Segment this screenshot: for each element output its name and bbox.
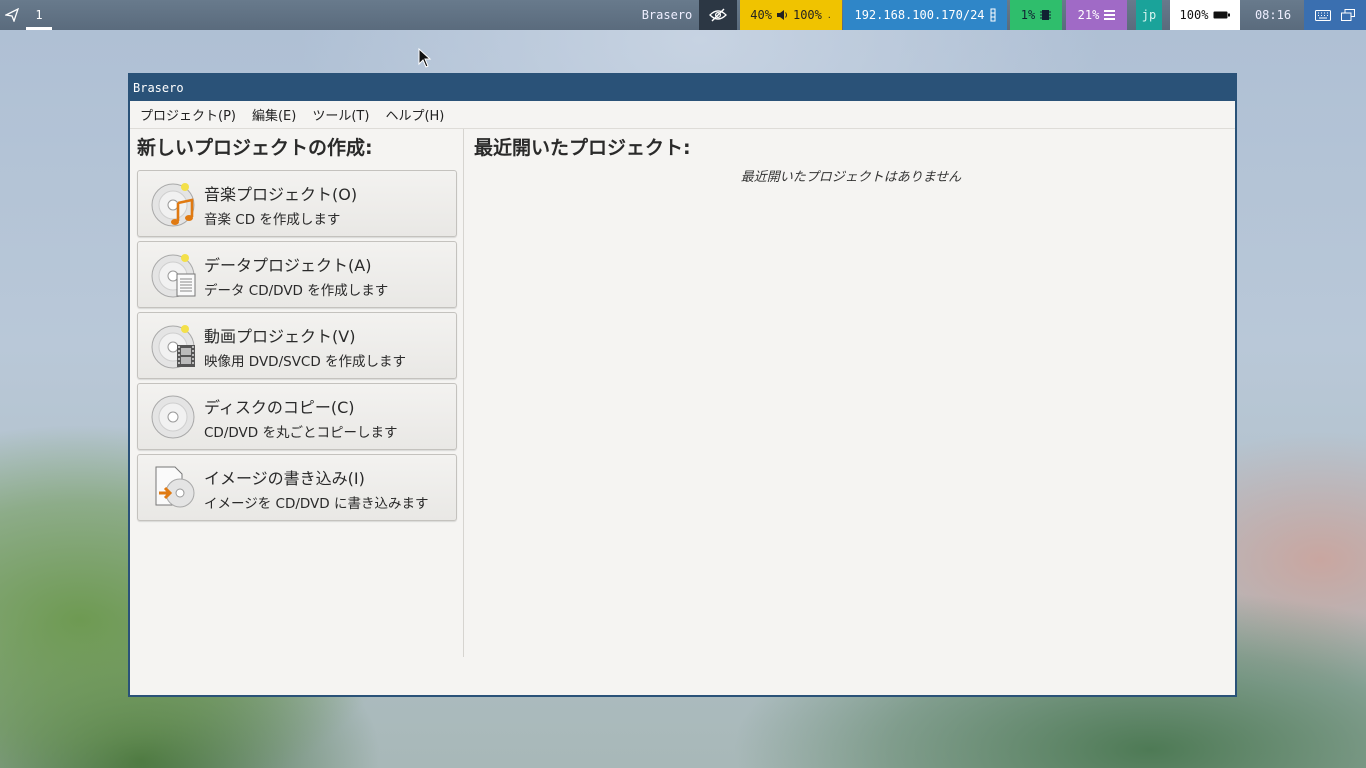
menu-project[interactable]: プロジェクト(P) — [132, 102, 244, 128]
battery-value: 100% — [1179, 8, 1209, 22]
ethernet-icon — [990, 8, 996, 22]
burn-image-icon — [155, 466, 195, 508]
volume-indicator[interactable]: 40% 100%. — [740, 0, 842, 30]
brasero-window: Brasero プロジェクト(P) 編集(E) ツール(T) ヘルプ(H) 新し… — [128, 73, 1237, 697]
burn-image-button[interactable]: イメージの書き込み(I) イメージを CD/DVD に書き込みます — [137, 454, 457, 521]
data-project-title: データプロジェクト(A) — [204, 256, 372, 275]
menu-bar: プロジェクト(P) 編集(E) ツール(T) ヘルプ(H) — [130, 101, 1235, 129]
cpu-indicator[interactable]: 1% — [1010, 0, 1062, 30]
window-titlebar[interactable]: Brasero — [130, 75, 1235, 101]
top-panel: 1 Brasero 40% 100%. 192.168.100.170/24 1… — [0, 0, 1366, 30]
ip-address: 192.168.100.170/24 — [854, 8, 985, 22]
launcher-icon[interactable] — [0, 0, 24, 30]
audio-project-button[interactable]: 音楽プロジェクト(O) 音楽 CD を作成します — [137, 170, 457, 237]
workspace-1-button[interactable]: 1 — [26, 0, 52, 30]
window-switcher-icon[interactable] — [1341, 9, 1355, 21]
clock[interactable]: 08:16 — [1244, 0, 1302, 30]
video-disc-icon — [151, 325, 195, 369]
new-project-heading: 新しいプロジェクトの作成: — [137, 137, 373, 159]
disc-copy-title: ディスクのコピー(C) — [204, 398, 355, 417]
workspace-label: 1 — [35, 8, 43, 22]
new-project-pane: 新しいプロジェクトの作成: 音楽プロジェクト(O) 音楽 CD を作成します デ… — [130, 129, 464, 657]
eye-slash-icon — [709, 8, 727, 22]
disc-copy-icon — [151, 395, 195, 439]
menu-help[interactable]: ヘルプ(H) — [377, 102, 452, 128]
burn-image-subtitle: イメージを CD/DVD に書き込みます — [204, 496, 429, 512]
main-content: 新しいプロジェクトの作成: 音楽プロジェクト(O) 音楽 CD を作成します デ… — [130, 129, 1235, 693]
memory-icon — [1104, 10, 1116, 20]
data-disc-icon — [151, 254, 196, 298]
system-tray[interactable] — [1304, 0, 1366, 30]
cpu-icon — [1040, 10, 1052, 20]
audio-project-subtitle: 音楽 CD を作成します — [204, 212, 341, 228]
data-project-subtitle: データ CD/DVD を作成します — [204, 283, 389, 299]
battery-indicator[interactable]: 100% — [1170, 0, 1240, 30]
mouse-pointer-icon — [418, 48, 432, 68]
active-window-title: Brasero — [641, 8, 693, 22]
disc-copy-button[interactable]: ディスクのコピー(C) CD/DVD を丸ごとコピーします — [137, 383, 457, 450]
volume-value: 100% — [792, 8, 822, 22]
menu-tools[interactable]: ツール(T) — [304, 102, 377, 128]
network-indicator[interactable]: 192.168.100.170/24 — [843, 0, 1007, 30]
battery-icon — [1213, 11, 1231, 19]
memory-value: 21% — [1077, 8, 1100, 22]
recent-projects-empty-message: 最近開いたプロジェクトはありません — [740, 170, 962, 185]
burn-image-title: イメージの書き込み(I) — [204, 469, 365, 488]
hide-window-button[interactable] — [699, 0, 737, 30]
recent-projects-heading: 最近開いたプロジェクト: — [474, 137, 691, 159]
disc-copy-subtitle: CD/DVD を丸ごとコピーします — [204, 425, 398, 441]
audio-disc-icon — [151, 183, 195, 227]
menu-edit[interactable]: 編集(E) — [244, 102, 304, 128]
brightness-value: 40% — [750, 8, 772, 22]
keyboard-icon[interactable] — [1315, 9, 1331, 21]
video-project-title: 動画プロジェクト(V) — [204, 327, 356, 346]
video-project-button[interactable]: 動画プロジェクト(V) 映像用 DVD/SVCD を作成します — [137, 312, 457, 379]
speaker-icon — [776, 10, 787, 20]
video-project-subtitle: 映像用 DVD/SVCD を作成します — [204, 354, 407, 370]
data-project-button[interactable]: データプロジェクト(A) データ CD/DVD を作成します — [137, 241, 457, 308]
window-title: Brasero — [133, 81, 184, 95]
memory-indicator[interactable]: 21% — [1066, 0, 1127, 30]
cpu-value: 1% — [1020, 8, 1036, 22]
recent-projects-pane: 最近開いたプロジェクト: 最近開いたプロジェクトはありません — [466, 129, 1236, 657]
keyboard-layout-indicator[interactable]: jp — [1136, 0, 1162, 30]
audio-project-title: 音楽プロジェクト(O) — [204, 185, 358, 204]
